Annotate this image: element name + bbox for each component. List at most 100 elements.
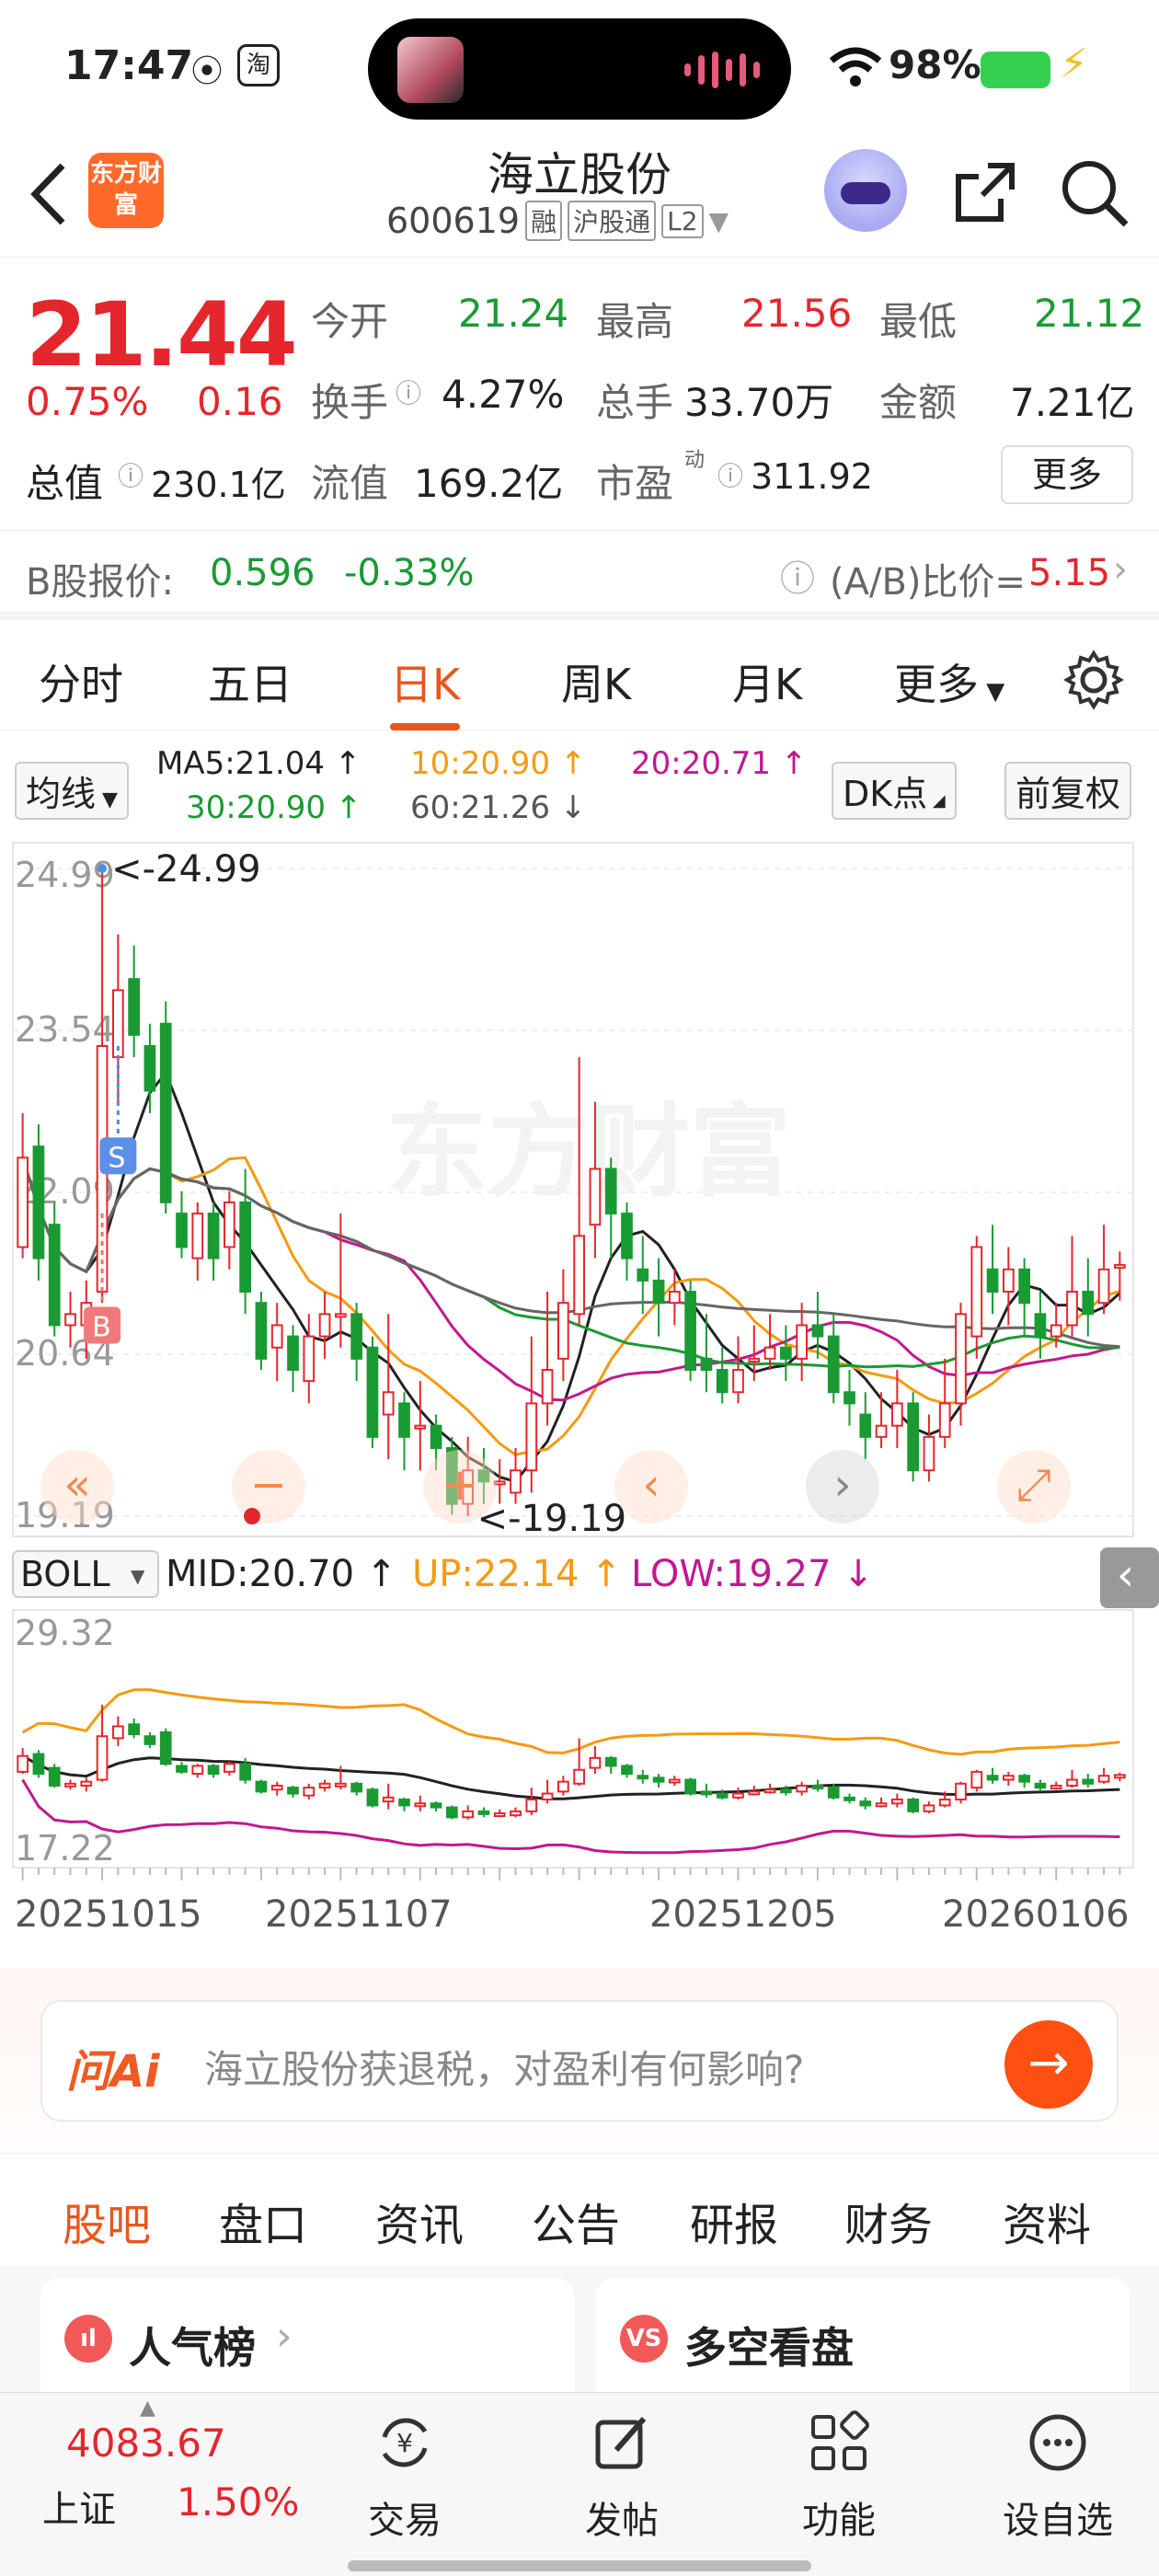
buy-signal-text: B [92, 1311, 111, 1343]
tab-daily-k[interactable]: 日K [390, 651, 461, 730]
edit-icon [595, 2417, 647, 2469]
turnover-info-icon[interactable]: ⓘ [396, 374, 421, 410]
zoom-out-fast-icon[interactable]: « [40, 1450, 114, 1524]
nav-watchlist[interactable]: 设自选 [975, 2409, 1141, 2544]
tab-more[interactable]: 更多 ▼ [894, 651, 1004, 712]
candle-body [1050, 1324, 1062, 1338]
candle-body [334, 1313, 347, 1318]
candle-body [955, 1313, 967, 1405]
tab-announcement[interactable]: 公告 [532, 2189, 620, 2253]
nav-watchlist-label: 设自选 [1003, 2500, 1113, 2542]
tab-research[interactable]: 研报 [690, 2189, 778, 2253]
share-icon[interactable] [951, 160, 1017, 226]
nav-post[interactable]: 发帖 [539, 2409, 705, 2544]
boll-mid-value: MID:20.70 ↑ [166, 1553, 396, 1595]
boll-candle-body [111, 1725, 124, 1740]
boll-candle-body [907, 1798, 920, 1812]
zoom-out-icon[interactable]: − [232, 1450, 305, 1524]
candle-body [859, 1413, 872, 1438]
amount-label: 金额 [879, 380, 958, 425]
popularity-card[interactable]: ıl 人气榜 › [40, 2278, 574, 2398]
kline-chart-area[interactable]: 24.9923.5422.0920.6419.19东方财富<-24.99<-19… [0, 837, 1159, 1969]
help-icon[interactable]: ⓘ [780, 550, 815, 601]
boll-candle-body [1002, 1775, 1015, 1781]
boll-selector-label: BOLL [20, 1554, 110, 1594]
ai-logo: 问Ai [66, 2046, 160, 2098]
candle-body [398, 1402, 410, 1438]
ai-assistant-icon[interactable] [824, 149, 907, 232]
kline-svg[interactable]: 24.9923.5422.0920.6419.19东方财富<-24.99<-19… [0, 837, 1159, 1969]
candle-body [255, 1302, 268, 1360]
tab-monthly-k[interactable]: 月K [732, 651, 802, 712]
turnover-label: 换手 [311, 380, 389, 425]
boll-candle-body [1018, 1775, 1031, 1783]
boll-candle-body [938, 1798, 951, 1807]
nav-functions[interactable]: 功能 [756, 2409, 922, 2544]
boll-candle-body [621, 1765, 633, 1776]
candle-body [604, 1167, 617, 1215]
search-icon[interactable] [1058, 156, 1131, 230]
ab-ratio-label: (A/B)比价= [830, 561, 1027, 604]
bull-bear-card[interactable]: VS 多空看盘 [596, 2278, 1130, 2398]
nav-trade[interactable]: ¥ 交易 [322, 2409, 488, 2544]
index-ticker[interactable]: ▲ 4083.67 上证 1.50% [0, 2393, 299, 2559]
ma10-value: 10:20.90 ↑ [410, 745, 587, 782]
info-icon[interactable]: ⓘ [118, 456, 143, 493]
zoom-in-icon[interactable]: + [423, 1450, 497, 1524]
dropdown-icon: ▼ [708, 205, 729, 236]
boll-candle-body [176, 1765, 188, 1773]
ma30-value: 30:20.90 ↑ [186, 789, 362, 826]
mktcap-label: 总值 [26, 461, 104, 506]
boll-candle-body [96, 1735, 109, 1781]
boll-candle-body [637, 1775, 649, 1780]
candle-body [827, 1335, 840, 1394]
boll-caret-icon: ▼ [131, 1565, 145, 1587]
candle-body [223, 1201, 235, 1248]
stock-header: 东方财富 海立股份 600619 融 沪股通 L2 ▼ [0, 138, 1159, 258]
settings-gear-icon[interactable] [1063, 650, 1124, 710]
tag-hk-connect: 沪股通 [568, 201, 657, 241]
candle-body [938, 1402, 951, 1438]
boll-candle-body [32, 1753, 45, 1776]
candle-body [48, 1224, 61, 1327]
boll-candle-body [430, 1802, 442, 1809]
scroll-left-icon[interactable]: ‹ [614, 1450, 688, 1524]
tab-more-label: 更多 [894, 660, 979, 709]
stock-subtitle[interactable]: 600619 融 沪股通 L2 ▼ [386, 201, 729, 241]
index-name: 上证 [42, 2489, 116, 2531]
tab-intraday[interactable]: 分时 [39, 651, 123, 712]
candle-body [270, 1324, 283, 1349]
x-tick-label: 20251107 [265, 1893, 453, 1936]
arrow-right-icon[interactable]: → [1004, 2020, 1093, 2109]
caret-up-icon: ▲ [140, 2397, 155, 2420]
scroll-right-icon[interactable]: › [806, 1450, 879, 1524]
tab-news[interactable]: 资讯 [375, 2189, 464, 2253]
pe-info-icon[interactable]: ⓘ [717, 456, 743, 493]
ma5-value: MA5:21.04 ↑ [156, 745, 361, 782]
dynamic-island[interactable] [368, 18, 791, 120]
candle-body [652, 1279, 665, 1305]
candle-body [207, 1213, 220, 1259]
candle-body [318, 1313, 331, 1338]
bull-bear-title: 多空看盘 [684, 2323, 854, 2373]
tab-guba[interactable]: 股吧 [63, 2189, 151, 2271]
ma-selector[interactable]: 均线 ▼ [15, 762, 129, 820]
max-price-label: <-24.99 [111, 848, 260, 891]
tab-finance[interactable]: 财务 [844, 2189, 933, 2253]
adjust-selector[interactable]: 前复权 [1004, 762, 1132, 820]
ai-question-bar[interactable]: 问Ai 海立股份获退税，对盈利有何影响? → [40, 2000, 1119, 2122]
more-button[interactable]: 更多 [1001, 445, 1133, 504]
max-point-marker [98, 864, 108, 873]
tab-five-day[interactable]: 五日 [208, 651, 293, 712]
tab-weekly-k[interactable]: 周K [561, 651, 631, 712]
dk-point-selector[interactable]: DK点 ◢ [832, 762, 957, 820]
candle-body [732, 1368, 744, 1394]
boll-candle-body [223, 1763, 235, 1773]
b-share-row[interactable]: B股报价: 0.596 -0.33% ⓘ (A/B)比价= 5.15 › [0, 532, 1159, 620]
nav-trade-label: 交易 [368, 2500, 442, 2542]
tab-pankou[interactable]: 盘口 [219, 2189, 307, 2253]
boll-candle-body [859, 1800, 872, 1807]
fullscreen-icon[interactable]: ⤢ [997, 1450, 1071, 1524]
tab-profile[interactable]: 资料 [1003, 2189, 1091, 2253]
audio-wave-icon [684, 52, 760, 88]
